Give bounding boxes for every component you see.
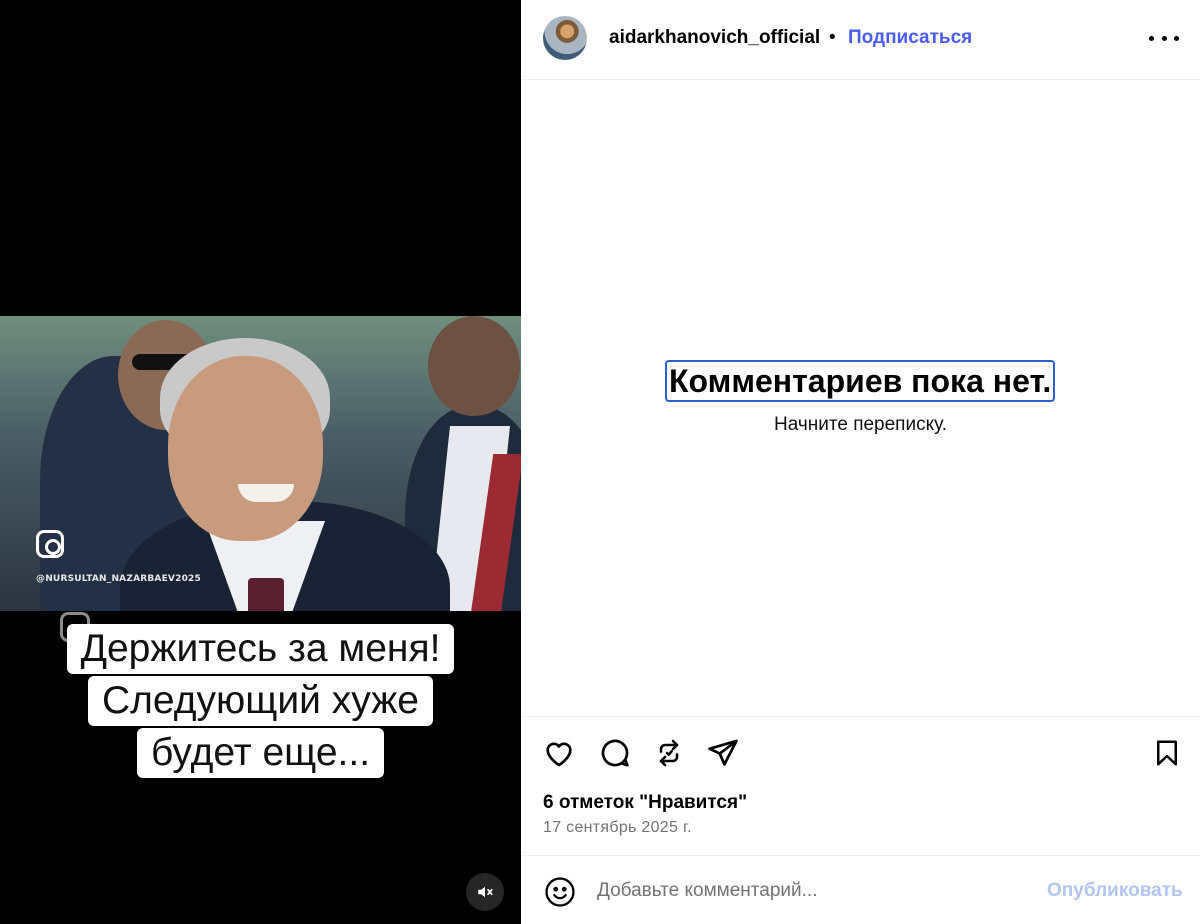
more-options-button[interactable] (1149, 28, 1179, 48)
speaker-muted-icon (478, 886, 493, 898)
bookmark-icon (1157, 740, 1177, 766)
empty-comments-subtitle: Начните переписку. (773, 414, 947, 435)
caption-line-2: Следующий хуже (88, 676, 433, 726)
emoji-icon (545, 877, 575, 907)
background-person-right-head (428, 316, 520, 416)
caption-line-1: Держитесь за меня! (66, 624, 455, 674)
video-caption: Держитесь за меня! Следующий хуже будет … (0, 624, 521, 780)
main-person-tie (248, 578, 284, 611)
post-details-panel: aidarkhanovich_official • Подписаться Ко… (521, 0, 1200, 924)
comments-area: Комментариев пока нет. Начните переписку… (521, 80, 1200, 716)
post-date[interactable]: 17 сентябрь 2025 г. (543, 819, 692, 837)
mute-toggle-button[interactable] (466, 873, 504, 911)
like-button[interactable] (541, 735, 577, 771)
username-link[interactable]: aidarkhanovich_official (609, 27, 820, 49)
comment-input[interactable] (597, 876, 1027, 906)
share-button[interactable] (705, 735, 741, 771)
publish-button[interactable]: Опубликовать (1047, 880, 1183, 902)
comment-button[interactable] (597, 735, 633, 771)
video-watermark: @NURSULTAN_NAZARBAEV2025 (36, 574, 201, 584)
save-button[interactable] (1149, 735, 1185, 771)
likes-count[interactable]: 6 отметок "Нравится" (543, 792, 747, 814)
post-modal: @NURSULTAN_NAZARBAEV2025 Держитесь за ме… (0, 0, 1200, 924)
post-actions: 6 отметок "Нравится" 17 сентябрь 2025 г. (521, 716, 1200, 856)
caption-line-3: будет еще... (136, 728, 385, 778)
comment-icon (601, 739, 629, 767)
video-frame: @NURSULTAN_NAZARBAEV2025 (0, 316, 521, 611)
repost-button[interactable] (651, 735, 687, 771)
post-header: aidarkhanovich_official • Подписаться (521, 0, 1200, 80)
comment-composer: Опубликовать (521, 856, 1200, 924)
emoji-button[interactable] (543, 875, 577, 909)
post-media[interactable]: @NURSULTAN_NAZARBAEV2025 Держитесь за ме… (0, 0, 521, 924)
separator-dot: • (829, 27, 836, 48)
repost-icon (659, 739, 679, 767)
empty-comments-title: Комментариев пока нет. (665, 360, 1056, 402)
main-person-face (168, 356, 323, 541)
share-icon (708, 739, 738, 766)
avatar[interactable] (543, 16, 587, 60)
follow-button[interactable]: Подписаться (848, 27, 972, 49)
instagram-icon (36, 530, 64, 558)
more-horizontal-icon (1149, 35, 1154, 41)
heart-icon (546, 742, 572, 767)
